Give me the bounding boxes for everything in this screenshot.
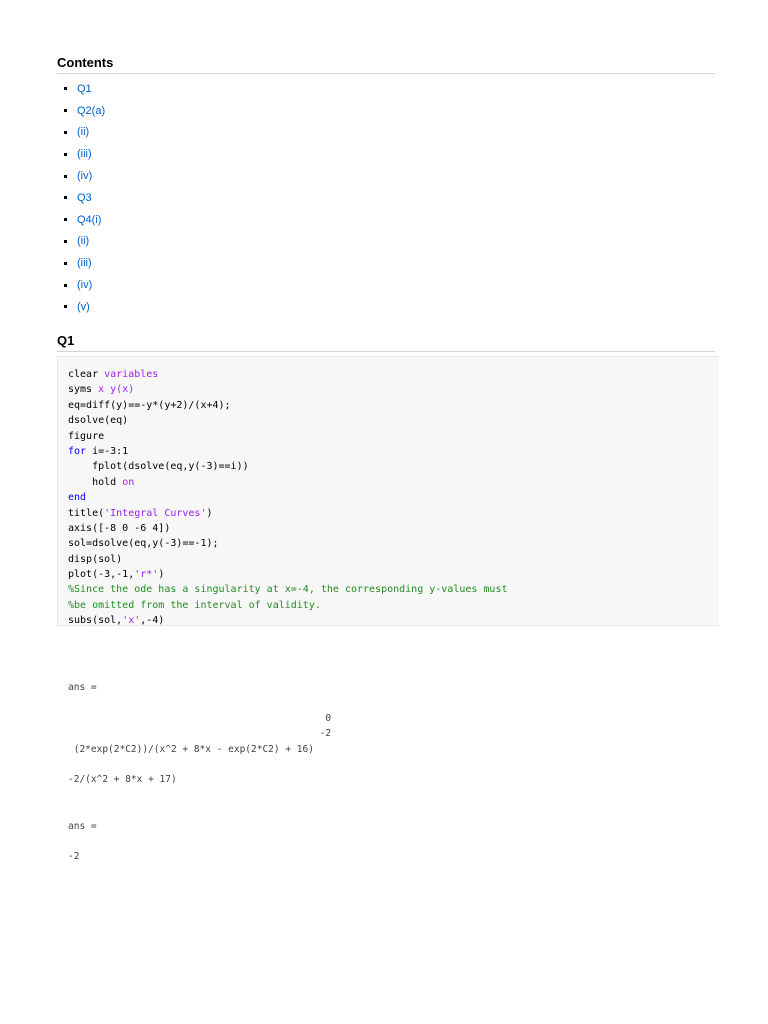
bullet-icon [64, 109, 67, 113]
bullet-icon [64, 305, 67, 309]
code-token: ,-4) [140, 615, 165, 627]
code-comment: %be omitted from the interval of validit… [68, 599, 321, 611]
toc-link-q2-iii[interactable]: (iii) [77, 145, 92, 163]
code-token: figure [68, 430, 105, 442]
toc-item-q4-iv: (iv) [57, 274, 105, 296]
code-token: clear [68, 369, 105, 380]
q1-code-block[interactable]: clear variables syms x y(x) eq=diff(y)==-y… [57, 356, 719, 626]
output-line: (2*exp(2*C2))/(x^2 + 8*x - exp(2*C2) + 1… [68, 743, 314, 755]
code-line: plot(-3,-1,'r*') [68, 567, 719, 582]
code-line: %Since the ode has a singularity at x=-4… [68, 582, 719, 597]
code-line: figure [68, 429, 719, 444]
toc-link-q4-iv[interactable]: (iv) [77, 276, 92, 294]
toc-link-q2-ii[interactable]: (ii) [77, 123, 89, 141]
code-string: x y(x) [98, 384, 135, 396]
code-string: on [122, 476, 135, 488]
code-string: 'r*' [134, 569, 159, 581]
code-token: dsolve(eq) [68, 415, 129, 427]
code-line: subs(sol,'x',-4) [68, 613, 719, 628]
code-keyword: for [68, 445, 87, 457]
code-line: fplot(dsolve(eq,y(-3)==i)) [68, 459, 719, 474]
code-token: ) [206, 507, 213, 519]
toc-item-q4-iii: (iii) [57, 252, 105, 274]
code-token: sol=dsolve(eq,y(-3)==-1); [68, 538, 219, 550]
code-line: eq=diff(y)==-y*(y+2)/(x+4); [68, 398, 719, 413]
bullet-icon [64, 196, 67, 200]
output-line: -2/(x^2 + 8*x + 17) [68, 774, 177, 786]
code-token: i=-3:1 [86, 445, 129, 457]
code-line: dsolve(eq) [68, 413, 719, 428]
code-line: disp(sol) [68, 552, 719, 567]
toc-item-q2-ii: (ii) [57, 122, 105, 144]
code-token: subs(sol, [68, 615, 123, 627]
toc-item-q4i: Q4(i) [57, 209, 105, 231]
toc-link-q1[interactable]: Q1 [77, 80, 92, 98]
toc-link-q4-iii[interactable]: (iii) [77, 254, 92, 272]
code-string: variables [104, 369, 159, 380]
code-line: title('Integral Curves') [68, 506, 719, 521]
code-token: hold [68, 476, 123, 488]
code-line: syms x y(x) [68, 382, 719, 397]
toc-link-q4-ii[interactable]: (ii) [77, 232, 89, 250]
code-line: clear variables [68, 367, 719, 382]
code-token: syms [68, 384, 99, 396]
code-token: plot(-3,-1, [68, 569, 135, 581]
code-line: hold on [68, 475, 719, 490]
output-line: ans = [68, 682, 103, 693]
toc-item-q3: Q3 [57, 187, 105, 209]
output-line: -2 [68, 851, 80, 863]
code-token: axis([-8 0 -6 4]) [68, 522, 171, 534]
code-keyword: end [68, 492, 87, 504]
toc-link-q3[interactable]: Q3 [77, 189, 92, 207]
code-token: title( [68, 507, 105, 519]
toc-link-q4i[interactable]: Q4(i) [77, 211, 101, 229]
bullet-icon [64, 130, 67, 134]
toc-item-q2-iv: (iv) [57, 165, 105, 187]
code-lines: clear variables syms x y(x) eq=diff(y)==-y… [68, 357, 719, 629]
bullet-icon [64, 87, 67, 91]
code-string: 'Integral Curves' [104, 507, 207, 519]
bullet-icon [64, 283, 67, 287]
output-line: ans = [68, 820, 97, 832]
toc-item-q1: Q1 [57, 78, 105, 100]
toc-item-q2-iii: (iii) [57, 143, 105, 165]
bullet-icon [64, 239, 67, 243]
code-comment: %Since the ode has a singularity at x=-4… [68, 584, 508, 596]
toc-link-q2a[interactable]: Q2(a) [77, 102, 105, 120]
code-line: for i=-3:1 [68, 444, 719, 459]
code-token: ) [158, 569, 165, 581]
code-line: end [68, 490, 719, 505]
contents-heading: Contents [57, 55, 715, 74]
code-line: %be omitted from the interval of validit… [68, 598, 719, 613]
toc-link-q4-v[interactable]: (v) [77, 298, 90, 316]
toc-item-q2a: Q2(a) [57, 100, 105, 122]
toc-link-q2-iv[interactable]: (iv) [77, 167, 92, 185]
code-line: sol=dsolve(eq,y(-3)==-1); [68, 536, 719, 551]
output-line: 0 [68, 712, 332, 724]
code-token: eq=diff(y)==-y*(y+2)/(x+4); [68, 399, 231, 411]
code-line: axis([-8 0 -6 4]) [68, 521, 719, 536]
q1-code-output: ans = 0 -2 (2*exp(2*C2))/(x^2 + 8*x - ex… [68, 680, 331, 865]
code-token: fplot(dsolve(eq,y(-3)==i)) [68, 461, 249, 473]
code-string: 'x' [122, 615, 141, 627]
toc-item-q4-ii: (ii) [57, 231, 105, 253]
bullet-icon [64, 261, 67, 265]
contents-list: Q1 Q2(a) (ii) (iii) (iv) Q3 Q4(i) (ii) (… [57, 78, 105, 318]
q1-heading: Q1 [57, 333, 715, 352]
toc-item-q4-v: (v) [57, 296, 105, 318]
output-line: -2 [68, 728, 332, 740]
bullet-icon [64, 218, 67, 222]
code-token: disp(sol) [68, 553, 123, 565]
bullet-icon [64, 152, 67, 156]
bullet-icon [64, 174, 67, 178]
